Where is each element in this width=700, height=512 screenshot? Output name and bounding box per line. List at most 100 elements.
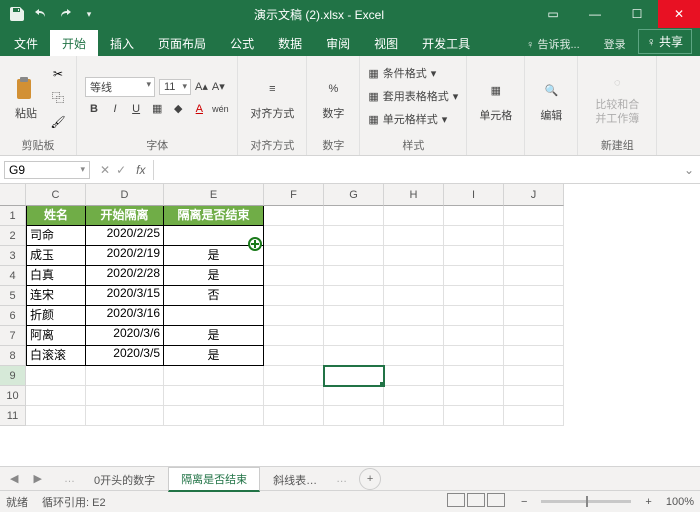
col-header-H[interactable]: H	[384, 184, 444, 206]
table-format-button[interactable]: ▦套用表格格式 ▾	[368, 88, 458, 104]
cell-E7[interactable]: 是	[164, 326, 264, 346]
cell-C7[interactable]: 阿离	[26, 326, 86, 346]
number-button[interactable]: % 数字	[315, 73, 351, 123]
col-header-G[interactable]: G	[324, 184, 384, 206]
tab-review[interactable]: 审阅	[314, 30, 362, 56]
cell-I7[interactable]	[444, 326, 504, 346]
cell-I9[interactable]	[444, 366, 504, 386]
cell-H4[interactable]	[384, 266, 444, 286]
ribbon-opts-icon[interactable]: ▭	[532, 0, 574, 28]
cell-F11[interactable]	[264, 406, 324, 426]
row-header-9[interactable]: 9	[0, 366, 26, 386]
cell-I11[interactable]	[444, 406, 504, 426]
cell-D11[interactable]	[86, 406, 164, 426]
cell-D4[interactable]: 2020/2/28	[86, 266, 164, 286]
cell-J1[interactable]	[504, 206, 564, 226]
sheet-tab-2[interactable]: 斜线表…	[260, 468, 330, 491]
zoom-in-button[interactable]: +	[645, 496, 651, 508]
cell-F7[interactable]	[264, 326, 324, 346]
row-header-11[interactable]: 11	[0, 406, 26, 426]
cell-H8[interactable]	[384, 346, 444, 366]
italic-button[interactable]: I	[106, 100, 124, 118]
cell-G4[interactable]	[324, 266, 384, 286]
tab-page-layout[interactable]: 页面布局	[146, 30, 218, 56]
row-header-2[interactable]: 2	[0, 226, 26, 246]
name-box[interactable]: G9	[4, 161, 90, 179]
cell-F8[interactable]	[264, 346, 324, 366]
cell-E8[interactable]: 是	[164, 346, 264, 366]
cell-J7[interactable]	[504, 326, 564, 346]
cell-G6[interactable]	[324, 306, 384, 326]
align-button[interactable]: ≡ 对齐方式	[246, 73, 298, 123]
cell-J4[interactable]	[504, 266, 564, 286]
tell-me[interactable]: ♀ 告诉我...	[514, 31, 591, 56]
signin[interactable]: 登录	[592, 31, 638, 56]
cell-H3[interactable]	[384, 246, 444, 266]
enter-icon[interactable]: ✓	[116, 163, 126, 177]
bold-button[interactable]: B	[85, 100, 103, 118]
cell-E5[interactable]: 否	[164, 286, 264, 306]
row-header-8[interactable]: 8	[0, 346, 26, 366]
editing-button[interactable]: 🔍 编辑	[533, 75, 569, 125]
cell-I5[interactable]	[444, 286, 504, 306]
save-icon[interactable]	[6, 3, 28, 25]
increase-font-icon[interactable]: A▴	[195, 80, 208, 93]
tab-home[interactable]: 开始	[50, 30, 98, 56]
cell-D5[interactable]: 2020/3/15	[86, 286, 164, 306]
cell-I2[interactable]	[444, 226, 504, 246]
cell-G9[interactable]	[324, 366, 384, 386]
tab-data[interactable]: 数据	[266, 30, 314, 56]
cell-D3[interactable]: 2020/2/19	[86, 246, 164, 266]
cell-C5[interactable]: 连宋	[26, 286, 86, 306]
tab-view[interactable]: 视图	[362, 30, 410, 56]
select-all-corner[interactable]	[0, 184, 26, 206]
zoom-percent[interactable]: 100%	[666, 496, 694, 508]
cell-C11[interactable]	[26, 406, 86, 426]
cell-F9[interactable]	[264, 366, 324, 386]
col-header-E[interactable]: E	[164, 184, 264, 206]
cells-button[interactable]: ▦ 单元格	[475, 75, 516, 125]
cell-I4[interactable]	[444, 266, 504, 286]
sheet-tab-1[interactable]: 隔离是否结束	[168, 467, 260, 492]
cell-D6[interactable]: 2020/3/16	[86, 306, 164, 326]
cell-H1[interactable]	[384, 206, 444, 226]
cell-J10[interactable]	[504, 386, 564, 406]
cell-H11[interactable]	[384, 406, 444, 426]
col-header-I[interactable]: I	[444, 184, 504, 206]
cell-D1[interactable]: 开始隔离	[86, 206, 164, 226]
col-header-J[interactable]: J	[504, 184, 564, 206]
underline-button[interactable]: U	[127, 100, 145, 118]
cancel-icon[interactable]: ✕	[100, 163, 110, 177]
col-header-D[interactable]: D	[86, 184, 164, 206]
cell-D7[interactable]: 2020/3/6	[86, 326, 164, 346]
cell-J8[interactable]	[504, 346, 564, 366]
close-icon[interactable]: ✕	[658, 0, 700, 28]
cell-J11[interactable]	[504, 406, 564, 426]
col-header-F[interactable]: F	[264, 184, 324, 206]
tab-insert[interactable]: 插入	[98, 30, 146, 56]
format-painter-icon[interactable]: 🖌	[48, 112, 68, 132]
font-color-button[interactable]: A	[190, 100, 208, 118]
tab-developer[interactable]: 开发工具	[410, 30, 482, 56]
cell-H7[interactable]	[384, 326, 444, 346]
cell-E11[interactable]	[164, 406, 264, 426]
cell-C10[interactable]	[26, 386, 86, 406]
cell-E4[interactable]: 是	[164, 266, 264, 286]
cell-F4[interactable]	[264, 266, 324, 286]
sheet-tab-0[interactable]: 0开头的数字	[81, 468, 168, 491]
zoom-out-button[interactable]: −	[521, 496, 527, 508]
cell-J9[interactable]	[504, 366, 564, 386]
cell-J6[interactable]	[504, 306, 564, 326]
cell-E9[interactable]	[164, 366, 264, 386]
col-header-C[interactable]: C	[26, 184, 86, 206]
cell-F1[interactable]	[264, 206, 324, 226]
paste-button[interactable]: 粘贴	[8, 73, 44, 123]
row-header-1[interactable]: 1	[0, 206, 26, 226]
cell-I1[interactable]	[444, 206, 504, 226]
cell-H9[interactable]	[384, 366, 444, 386]
cell-H5[interactable]	[384, 286, 444, 306]
cell-E10[interactable]	[164, 386, 264, 406]
qat-dropdown-icon[interactable]: ▾	[78, 3, 100, 25]
cell-C9[interactable]	[26, 366, 86, 386]
fx-icon[interactable]: fx	[132, 163, 149, 177]
